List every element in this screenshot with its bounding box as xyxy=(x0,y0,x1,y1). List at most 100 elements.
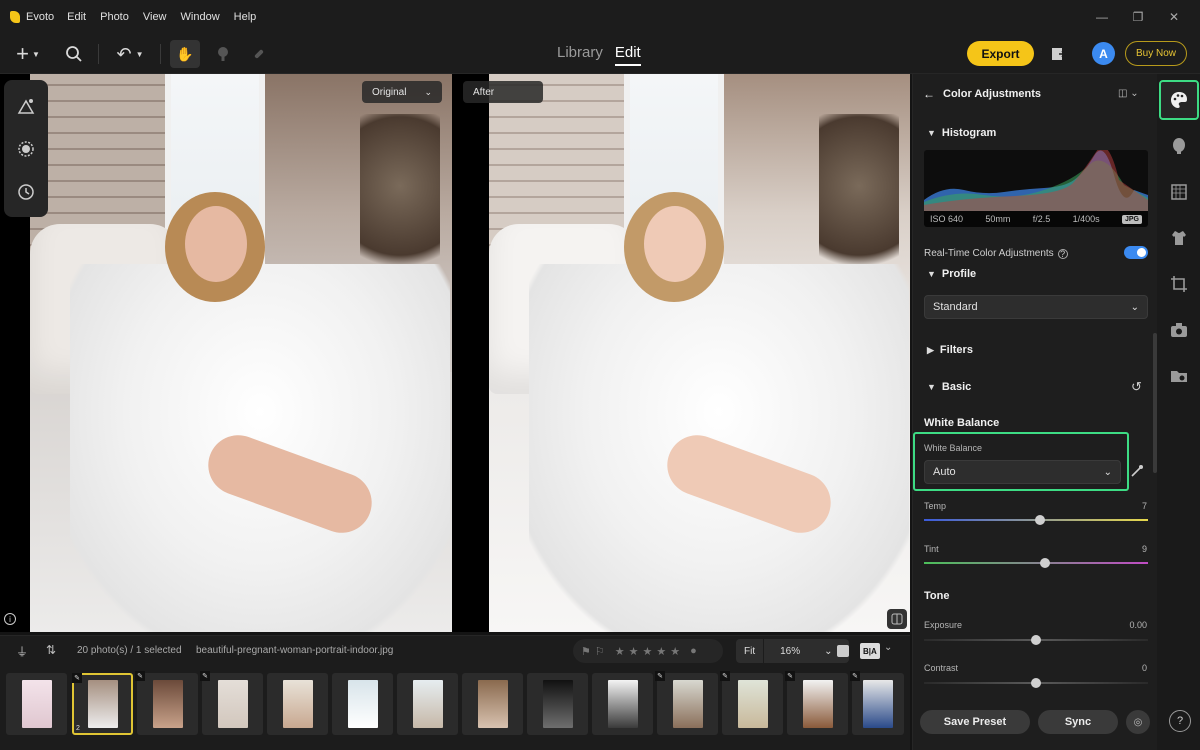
contrast-value: 0 xyxy=(1141,663,1147,673)
star-icon[interactable]: ★ xyxy=(615,645,625,658)
sync-button[interactable]: Sync xyxy=(1038,710,1118,734)
menu-help[interactable]: Help xyxy=(227,11,264,23)
exposure-slider[interactable] xyxy=(924,635,1148,645)
history-icon[interactable] xyxy=(14,180,38,204)
toolbar-divider xyxy=(160,44,161,64)
exit-icon xyxy=(1052,48,1066,60)
thumbnail[interactable]: ✎ xyxy=(785,671,848,735)
star-icon[interactable]: ★ xyxy=(629,645,639,658)
thumbnail[interactable] xyxy=(332,673,393,735)
thumbnail[interactable] xyxy=(527,673,588,735)
compare-toggle-icon[interactable] xyxy=(887,609,907,629)
reset-icon[interactable]: ↺ xyxy=(1131,379,1142,395)
tint-label: Tint xyxy=(924,544,939,554)
flag-icon[interactable]: ⚑ xyxy=(581,645,591,658)
save-preset-button[interactable]: Save Preset xyxy=(920,710,1030,734)
thumbnail-selected[interactable]: ✎ 2 xyxy=(72,673,133,735)
zoom-value: 16% xyxy=(772,645,809,657)
tint-slider[interactable] xyxy=(924,558,1148,568)
menu-edit[interactable]: Edit xyxy=(60,11,93,23)
sort-icon[interactable]: ⇅ xyxy=(46,643,56,657)
zoom-select[interactable]: 16% ⌄ xyxy=(764,639,849,663)
app-logo-icon xyxy=(10,11,20,23)
star-icon[interactable]: ★ xyxy=(643,645,653,658)
bandage-tool-button[interactable] xyxy=(246,40,272,68)
tab-library[interactable]: Library xyxy=(557,44,603,66)
info-icon[interactable]: i xyxy=(4,613,16,625)
auto-adjust-icon[interactable] xyxy=(14,94,38,118)
exit-button[interactable] xyxy=(1046,40,1070,68)
collapse-triangle-icon: ▼ xyxy=(927,269,936,279)
thumbnail[interactable] xyxy=(462,673,523,735)
profile-section-header[interactable]: ▼ Profile xyxy=(927,268,976,280)
histogram-section-header[interactable]: ▼ Histogram xyxy=(927,127,996,139)
slider-knob[interactable] xyxy=(1039,558,1050,568)
slider-knob[interactable] xyxy=(1031,635,1041,645)
thumbnail[interactable] xyxy=(6,673,67,735)
original-view-dropdown[interactable]: Original ⌄ xyxy=(362,81,442,103)
slider-knob[interactable] xyxy=(1035,515,1046,525)
menu-window[interactable]: Window xyxy=(174,11,227,23)
eyedropper-icon[interactable] xyxy=(1130,464,1144,481)
clothing-icon[interactable] xyxy=(1169,228,1189,248)
single-view-button[interactable] xyxy=(837,645,849,657)
help-button-icon[interactable]: ? xyxy=(1169,710,1191,732)
chevron-down-icon: ⌄ xyxy=(424,86,432,97)
minimize-button[interactable]: — xyxy=(1084,10,1120,24)
bandage-icon xyxy=(254,49,264,59)
thumbnail[interactable]: ✎ xyxy=(720,671,783,735)
chevron-down-icon[interactable]: ⌄ xyxy=(884,642,892,653)
basic-section-header[interactable]: ▼ Basic xyxy=(927,381,971,393)
tab-edit[interactable]: Edit xyxy=(614,44,641,66)
add-button[interactable]: + ▼ xyxy=(10,40,46,68)
filters-section-header[interactable]: ▶ Filters xyxy=(927,344,973,356)
temp-slider[interactable] xyxy=(924,515,1148,525)
restore-button[interactable]: ❐ xyxy=(1120,10,1156,24)
background-icon[interactable] xyxy=(1169,182,1189,202)
thumbnail[interactable]: ✎ xyxy=(850,671,904,735)
help-icon[interactable]: ? xyxy=(1057,248,1068,259)
brush-tool-button[interactable] xyxy=(210,40,236,68)
thumbnail[interactable] xyxy=(592,673,653,735)
thumbnail[interactable]: ✎ xyxy=(200,671,263,735)
undo-button[interactable]: ↶ ▼ xyxy=(110,40,150,68)
chevron-down-icon: ⌄ xyxy=(1103,466,1112,478)
crop-icon[interactable] xyxy=(1169,274,1189,294)
thumbnail[interactable]: ✎ xyxy=(135,671,198,735)
thumbnail[interactable] xyxy=(397,673,458,735)
white-balance-label: White Balance xyxy=(924,443,983,453)
star-icon[interactable]: ★ xyxy=(656,645,666,658)
profile-select[interactable]: Standard ⌄ xyxy=(924,295,1148,319)
thumbnail[interactable] xyxy=(267,673,328,735)
filter-icon[interactable]: ⏚ xyxy=(16,643,28,660)
back-arrow-icon[interactable]: ← xyxy=(923,87,935,101)
reject-flag-icon[interactable]: ⚐ xyxy=(595,645,605,658)
thumbnail[interactable]: ✎ xyxy=(655,671,718,735)
layout-toggle-icon[interactable]: ◫ ⌄ xyxy=(1118,88,1139,99)
hand-tool-button[interactable]: ✋ xyxy=(170,40,200,68)
face-retouch-icon[interactable] xyxy=(1169,136,1189,156)
menu-photo[interactable]: Photo xyxy=(93,11,136,23)
before-after-button[interactable]: B|A xyxy=(860,643,880,659)
edited-badge-icon: ✎ xyxy=(72,673,82,683)
mask-icon[interactable] xyxy=(14,137,38,161)
sync-settings-button[interactable]: ◎ xyxy=(1126,710,1150,734)
contrast-slider[interactable] xyxy=(924,678,1148,688)
search-button[interactable] xyxy=(60,40,88,68)
camera-icon[interactable] xyxy=(1169,320,1189,340)
image-canvas[interactable]: Original ⌄ After i xyxy=(0,74,910,632)
buy-now-button[interactable]: Buy Now xyxy=(1125,41,1187,66)
color-label-icon[interactable]: ● xyxy=(690,645,697,657)
folder-settings-icon[interactable] xyxy=(1169,366,1189,386)
star-icon[interactable]: ★ xyxy=(670,645,680,658)
close-button[interactable]: ✕ xyxy=(1156,10,1192,24)
white-balance-select[interactable]: Auto ⌄ xyxy=(924,460,1121,484)
menu-view[interactable]: View xyxy=(136,11,174,23)
palette-icon[interactable] xyxy=(1169,90,1189,110)
fit-button[interactable]: Fit xyxy=(736,639,764,663)
realtime-toggle[interactable] xyxy=(1124,246,1148,259)
slider-knob[interactable] xyxy=(1031,678,1041,688)
avatar[interactable]: A xyxy=(1092,42,1115,65)
chevron-down-icon: ▼ xyxy=(31,49,40,59)
export-button[interactable]: Export xyxy=(967,41,1034,66)
